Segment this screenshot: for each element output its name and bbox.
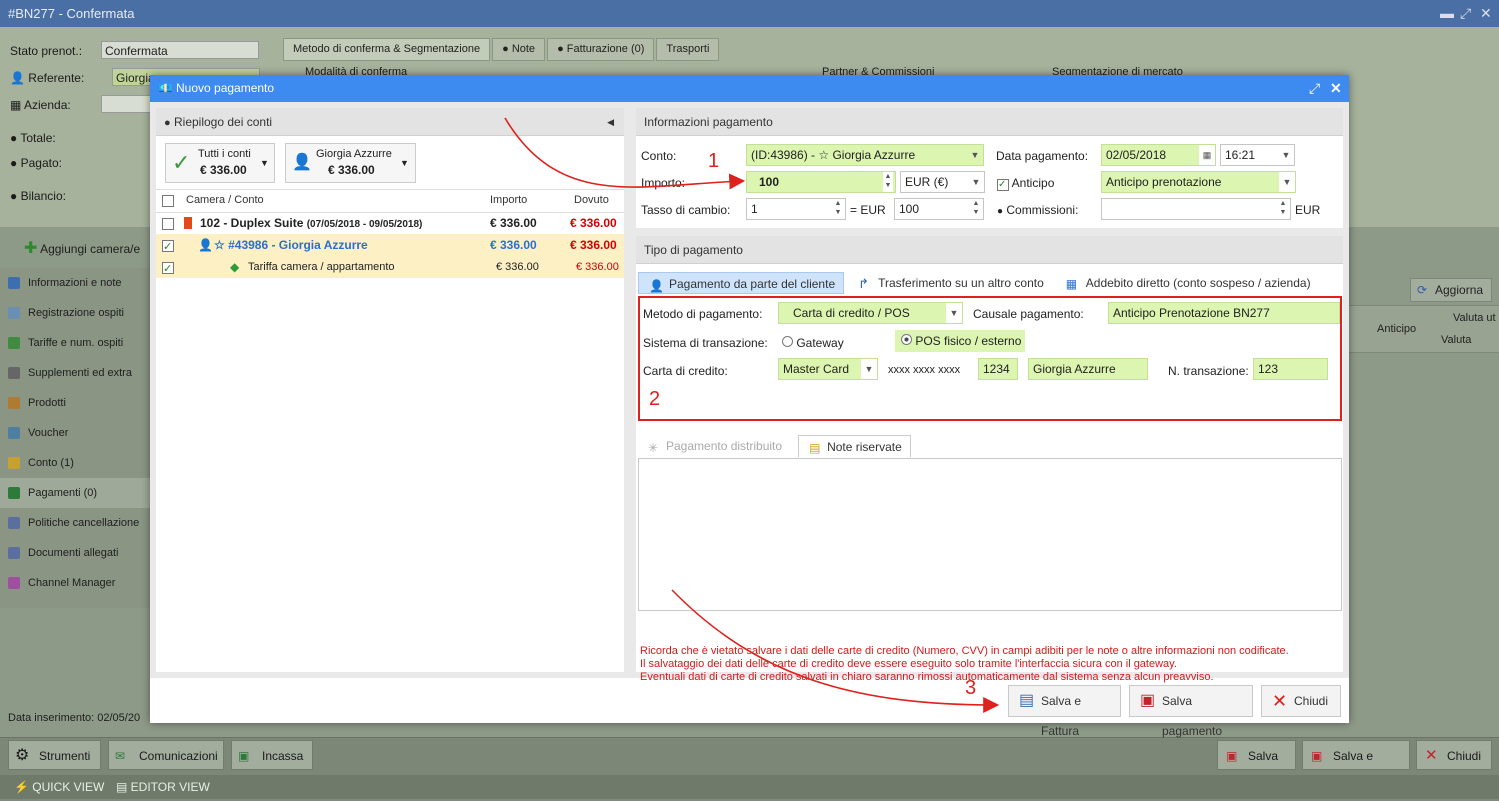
annotation-label-1: 1 <box>708 150 720 172</box>
arrow-to-importo <box>504 117 746 190</box>
annotation-arrows <box>504 117 1000 713</box>
annotation-label-2: 2 <box>649 388 661 410</box>
annotation-label-3: 3 <box>965 677 977 699</box>
arrow-to-salva-fattura <box>671 589 1000 713</box>
